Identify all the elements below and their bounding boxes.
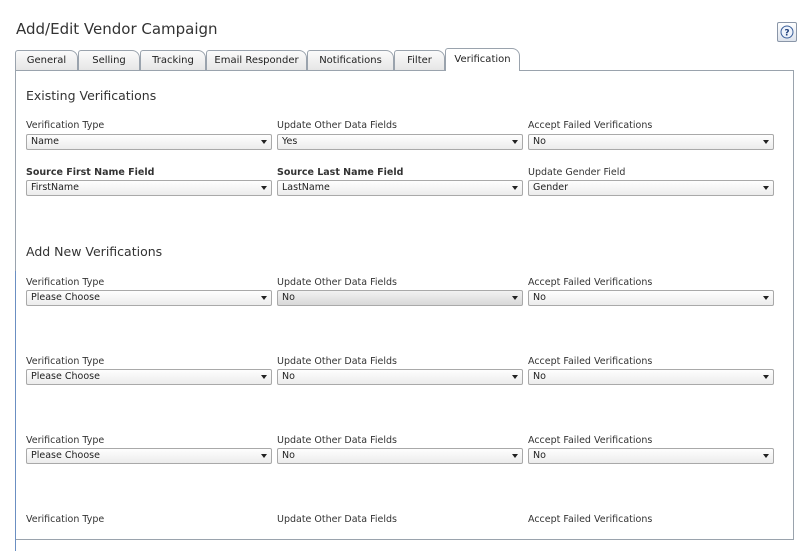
- source-last-name-select[interactable]: LastName: [277, 180, 523, 196]
- update-gender-select[interactable]: Gender: [528, 180, 774, 196]
- new-update-other-value: No: [282, 450, 295, 461]
- add-new-verifications-title: Add New Verifications: [26, 244, 163, 259]
- new-update-other-label: Update Other Data Fields: [277, 435, 397, 446]
- source-last-name-label: Source Last Name Field: [277, 167, 404, 178]
- new-verification-type-select[interactable]: Please Choose: [26, 369, 272, 385]
- new-accept-failed-value: No: [533, 371, 546, 382]
- chevron-down-icon: [261, 186, 267, 190]
- update-other-value: Yes: [282, 136, 298, 147]
- source-first-name-value: FirstName: [31, 182, 80, 193]
- chevron-down-icon: [512, 375, 518, 379]
- new-accept-failed-select[interactable]: No: [528, 369, 774, 385]
- new-verification-type-value: Please Choose: [31, 292, 100, 303]
- tab-verification[interactable]: Verification: [445, 48, 520, 71]
- new-verification-type-label: Verification Type: [26, 277, 105, 288]
- chevron-down-icon: [512, 454, 518, 458]
- chevron-down-icon: [763, 375, 769, 379]
- tab-selling[interactable]: Selling: [78, 50, 140, 70]
- help-icon: ?: [780, 25, 794, 39]
- tab-tracking[interactable]: Tracking: [140, 50, 206, 70]
- tab-email-responder[interactable]: Email Responder: [206, 50, 307, 70]
- new-accept-failed-value: No: [533, 292, 546, 303]
- new-update-other-value: No: [282, 292, 295, 303]
- update-other-select[interactable]: Yes: [277, 134, 523, 150]
- accept-failed-select[interactable]: No: [528, 134, 774, 150]
- existing-verifications-title: Existing Verifications: [26, 88, 157, 103]
- new-verification-type-select[interactable]: Please Choose: [26, 290, 272, 306]
- new-update-other-select[interactable]: No: [277, 448, 523, 464]
- new-accept-failed-select[interactable]: No: [528, 290, 774, 306]
- chevron-down-icon: [512, 296, 518, 300]
- new-accept-failed-value: No: [533, 450, 546, 461]
- new-accept-failed-label: Accept Failed Verifications: [528, 514, 653, 525]
- new-accept-failed-label: Accept Failed Verifications: [528, 435, 653, 446]
- svg-text:?: ?: [784, 29, 789, 39]
- new-update-other-select[interactable]: No: [277, 369, 523, 385]
- new-verification-type-label: Verification Type: [26, 356, 105, 367]
- new-accept-failed-label: Accept Failed Verifications: [528, 277, 653, 288]
- new-verification-type-value: Please Choose: [31, 371, 100, 382]
- new-update-other-label: Update Other Data Fields: [277, 277, 397, 288]
- chevron-down-icon: [261, 296, 267, 300]
- verification-panel: Existing Verifications Verification Type…: [15, 70, 794, 551]
- update-gender-label: Update Gender Field: [528, 167, 626, 178]
- verification-type-label: Verification Type: [26, 120, 105, 131]
- chevron-down-icon: [763, 296, 769, 300]
- tab-notifications[interactable]: Notifications: [307, 50, 394, 70]
- chevron-down-icon: [763, 140, 769, 144]
- accept-failed-label: Accept Failed Verifications: [528, 120, 653, 131]
- tab-general[interactable]: General: [15, 50, 78, 70]
- new-verification-type-label: Verification Type: [26, 435, 105, 446]
- update-other-label: Update Other Data Fields: [277, 120, 397, 131]
- chevron-down-icon: [763, 186, 769, 190]
- chevron-down-icon: [512, 186, 518, 190]
- verification-type-select[interactable]: Name: [26, 134, 272, 150]
- new-accept-failed-select[interactable]: No: [528, 448, 774, 464]
- chevron-down-icon: [512, 140, 518, 144]
- chevron-down-icon: [763, 454, 769, 458]
- tab-filter[interactable]: Filter: [394, 50, 445, 70]
- update-gender-value: Gender: [533, 182, 569, 193]
- source-first-name-select[interactable]: FirstName: [26, 180, 272, 196]
- accept-failed-value: No: [533, 136, 546, 147]
- chevron-down-icon: [261, 454, 267, 458]
- verification-type-value: Name: [31, 136, 60, 147]
- new-update-other-label: Update Other Data Fields: [277, 356, 397, 367]
- new-update-other-select[interactable]: No: [277, 290, 523, 306]
- panel-accent-line: [15, 271, 16, 551]
- chevron-down-icon: [261, 140, 267, 144]
- page-title: Add/Edit Vendor Campaign: [16, 20, 218, 38]
- new-verification-type-label: Verification Type: [26, 514, 105, 525]
- help-button[interactable]: ?: [777, 22, 797, 42]
- source-first-name-label: Source First Name Field: [26, 167, 155, 178]
- new-update-other-label: Update Other Data Fields: [277, 514, 397, 525]
- new-accept-failed-label: Accept Failed Verifications: [528, 356, 653, 367]
- new-verification-type-value: Please Choose: [31, 450, 100, 461]
- source-last-name-value: LastName: [282, 182, 330, 193]
- chevron-down-icon: [261, 375, 267, 379]
- new-update-other-value: No: [282, 371, 295, 382]
- new-verification-type-select[interactable]: Please Choose: [26, 448, 272, 464]
